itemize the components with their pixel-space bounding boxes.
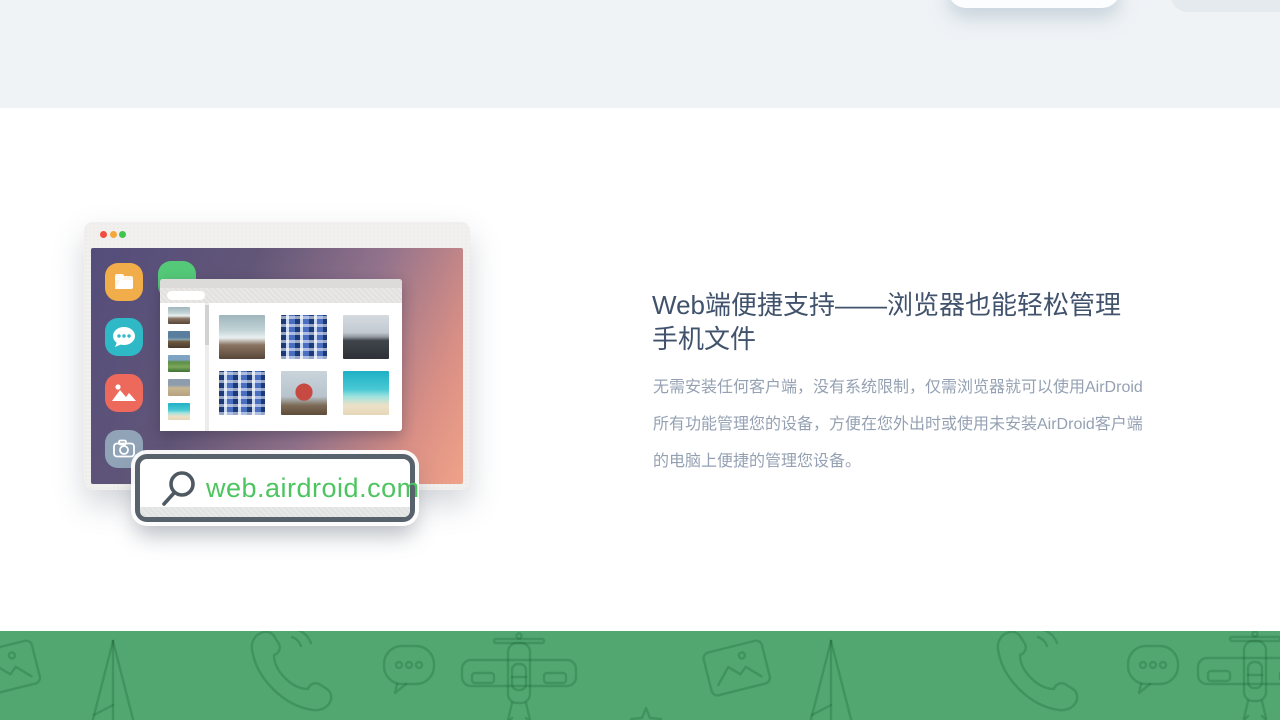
url-text: web.airdroid.com [206,473,420,504]
browser-screen [91,248,463,484]
browser-mockup [84,222,470,490]
file-manager-window [160,279,402,431]
url-search-bar: web.airdroid.com [135,454,415,522]
traffic-light-green-icon [119,231,126,238]
cutoff-button-gray[interactable] [1170,0,1280,12]
file-window-titlebar [160,279,402,288]
chat-bubble-icon [1126,644,1182,696]
feature-body-line2: 所有功能管理您的设备，方便在您外出时或使用未安装AirDroid客户端 [653,406,1143,443]
feature-body: 无需安装任何客户端，没有系统限制，仅需浏览器就可以使用AirDroid 所有功能… [653,369,1143,480]
feature-heading-line2: 手机文件 [652,322,1121,356]
thumbnail-cliff [168,355,190,372]
thumbnail-sidebar [160,303,205,431]
photo-grid [209,303,402,431]
photo-icon [0,636,45,702]
traffic-light-yellow-icon [110,231,117,238]
cutoff-button-light[interactable] [948,0,1120,8]
airplane-icon [1196,631,1280,720]
chat-bubble-icon [382,644,438,696]
photo-beach-chairs [281,315,327,359]
folder-icon [105,263,143,301]
file-window-toolbar [160,288,402,303]
footer-band [0,631,1280,720]
feature-body-line1: 无需安装任何客户端，没有系统限制，仅需浏览器就可以使用AirDroid [653,369,1143,406]
photo-dark-beach [343,315,389,359]
phone-icon [246,631,312,701]
thumbnail-shore [168,331,190,348]
scrollbar[interactable] [205,303,209,431]
feature-heading-line1: Web端便捷支持——浏览器也能轻松管理 [652,288,1121,322]
phone-icon [992,631,1058,701]
chat-icon [105,318,143,356]
photos-icon [105,374,143,412]
paper-plane-icon [802,639,860,720]
thumbnail-sand [168,379,190,396]
airplane-icon [460,632,580,720]
photo-wave [219,315,265,359]
photo-icon [699,636,776,702]
top-band [0,0,1280,108]
feature-heading: Web端便捷支持——浏览器也能轻松管理 手机文件 [652,288,1121,356]
paper-plane-icon [84,639,142,720]
traffic-light-red-icon [100,231,107,238]
magnifier-icon [160,470,198,510]
photo-beach-chairs-2 [219,371,265,415]
file-window-searchbox [167,291,205,300]
thumbnail-wave [168,307,190,324]
thumbnail-sea [168,403,190,420]
photo-binocular-viewer [281,371,327,415]
photo-turquoise-sea [343,371,389,415]
star-icon [626,705,666,720]
feature-body-line3: 的电脑上便捷的管理您设备。 [653,443,1143,480]
